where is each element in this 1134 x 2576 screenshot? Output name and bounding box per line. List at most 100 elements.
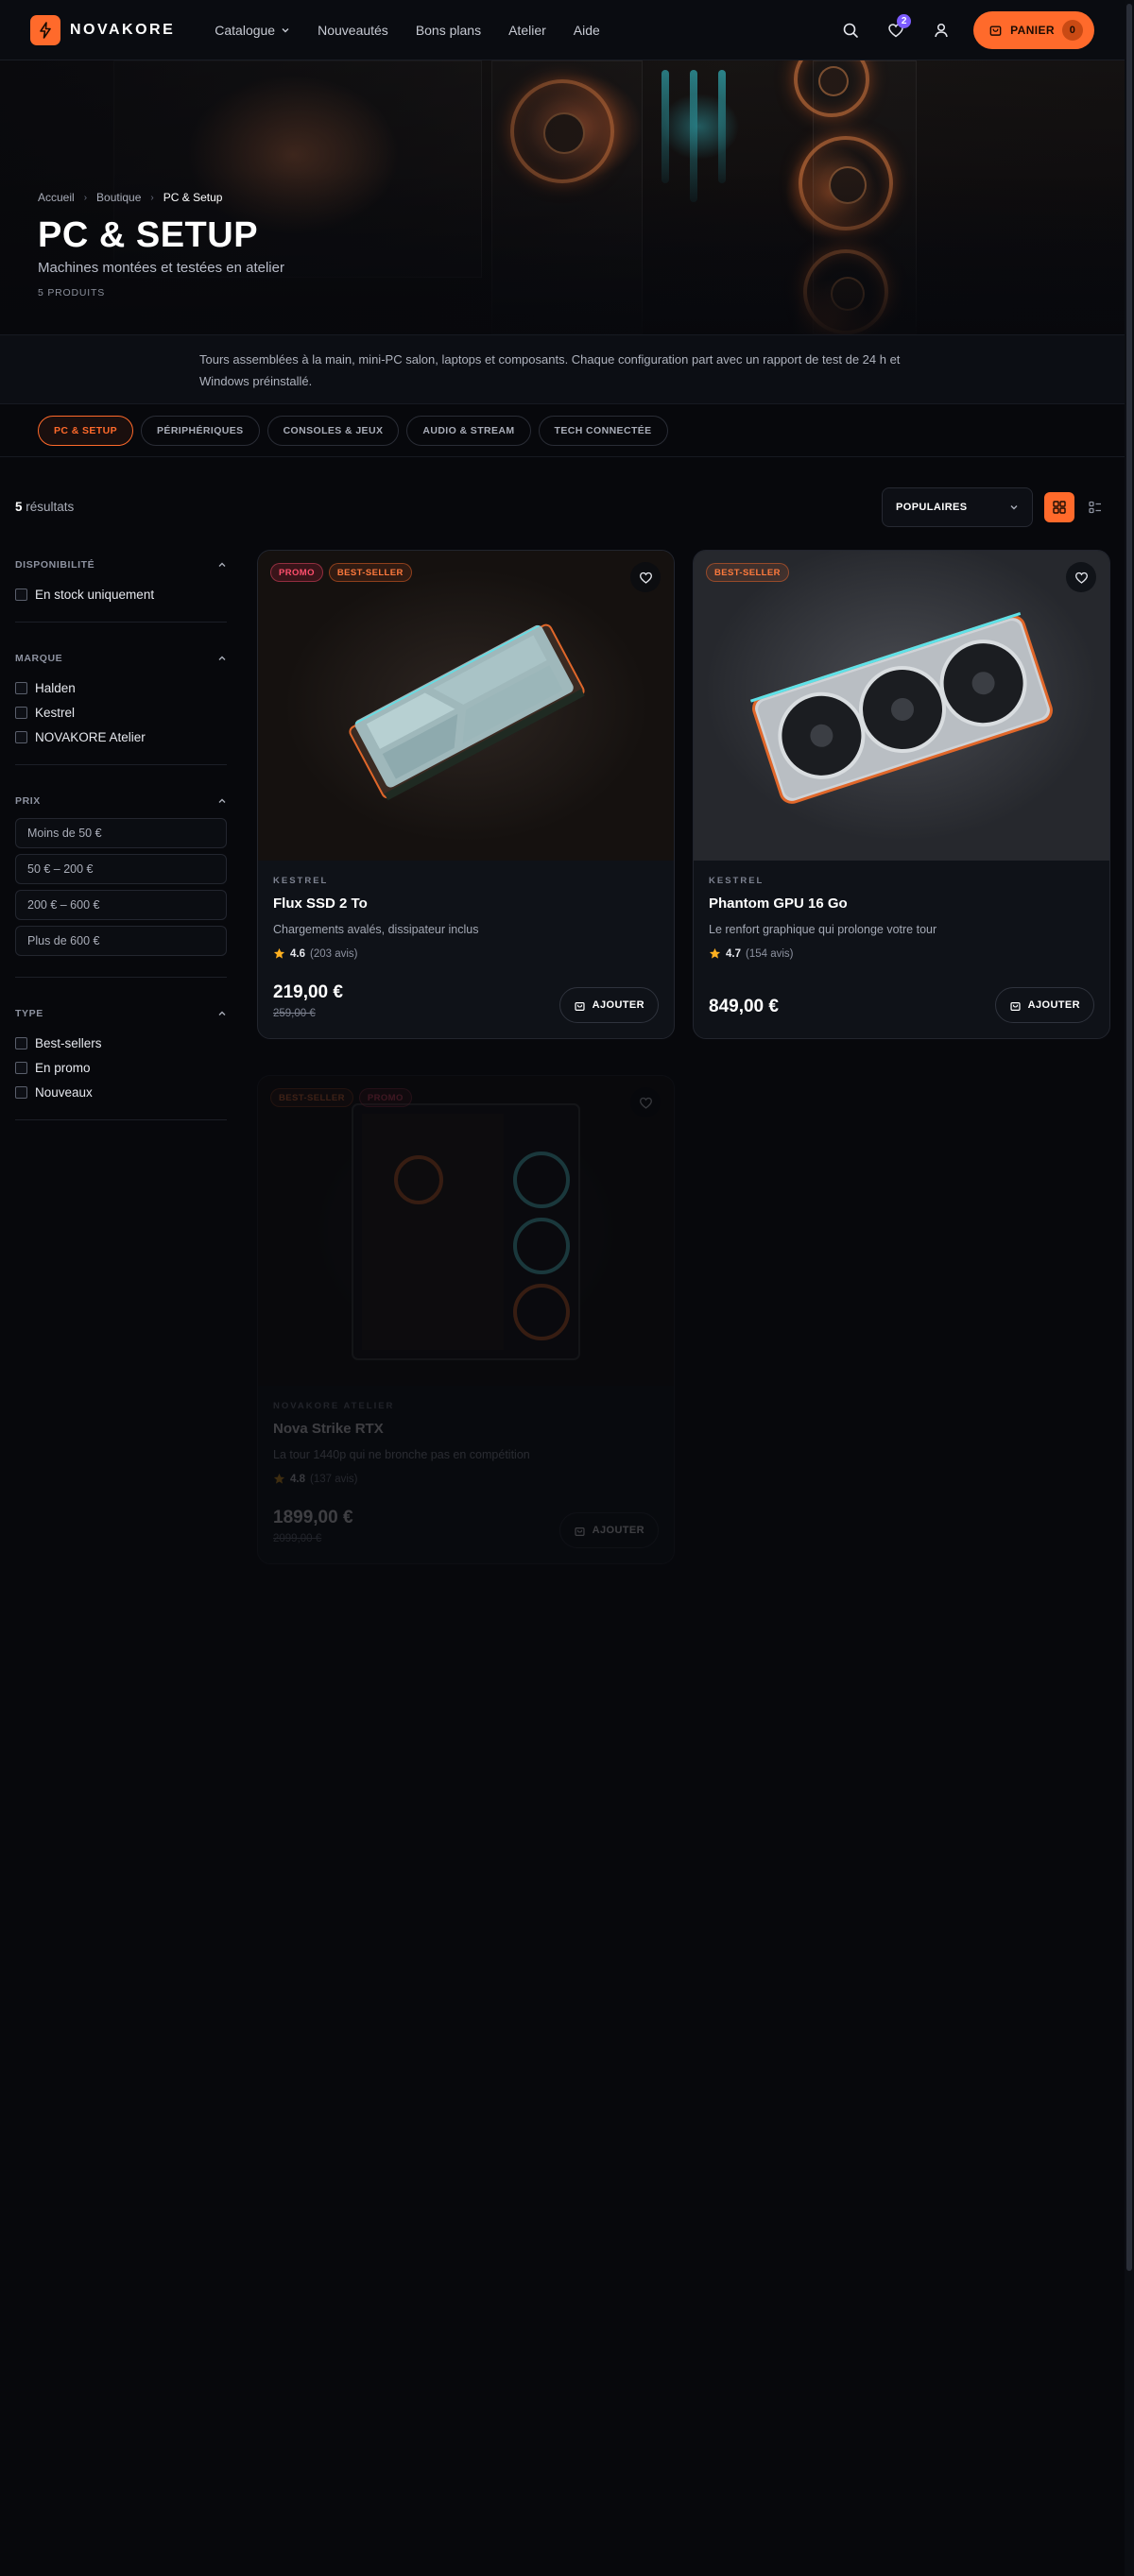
- product-brand: KESTREL: [709, 876, 765, 886]
- checkbox[interactable]: [15, 730, 27, 743]
- main-nav: Catalogue Nouveautés Bons plans Atelier …: [215, 23, 600, 38]
- breadcrumb-shop[interactable]: Boutique: [96, 191, 141, 204]
- shopping-bag-icon: [989, 26, 1002, 36]
- tab-peripheriques[interactable]: PÉRIPHÉRIQUES: [141, 415, 260, 446]
- wishlist-button[interactable]: 2: [883, 13, 912, 43]
- shopping-bag-icon: [575, 1001, 585, 1011]
- grid-view-button[interactable]: [1044, 492, 1074, 522]
- add-to-cart-button[interactable]: AJOUTER: [558, 1512, 659, 1548]
- chevron-right-icon: ›: [150, 192, 154, 203]
- filter-in-stock[interactable]: En stock uniquement: [15, 582, 227, 606]
- star-icon: [273, 947, 285, 959]
- filter-type-bestsellers[interactable]: Best-sellers: [15, 1031, 227, 1055]
- logo[interactable]: NOVAKORE: [30, 14, 176, 45]
- product-image[interactable]: [258, 1076, 674, 1386]
- nav-catalogue[interactable]: Catalogue: [215, 23, 290, 38]
- nav-nouveautes[interactable]: Nouveautés: [318, 23, 388, 38]
- filter-brand-halden[interactable]: Halden: [15, 675, 227, 700]
- checkbox[interactable]: [15, 681, 27, 694]
- filter-type-promo[interactable]: En promo: [15, 1055, 227, 1080]
- filter-type-new[interactable]: Nouveaux: [15, 1080, 227, 1104]
- filter-brand: MARQUE Halden Kestrel NOVAKORE Atelier: [15, 641, 227, 765]
- product-old-price: 259,00 €: [273, 1008, 316, 1019]
- product-description: Le renfort graphique qui prolonge votre …: [709, 923, 937, 936]
- site-header: NOVAKORE Catalogue Nouveautés Bons plans…: [0, 0, 1125, 60]
- scrollbar-thumb[interactable]: [1126, 4, 1132, 2271]
- tab-tech-connectee[interactable]: TECH CONNECTÉE: [538, 415, 668, 446]
- product-image[interactable]: [694, 551, 1109, 861]
- filter-type: TYPE Best-sellers En promo Nouveaux: [15, 997, 227, 1120]
- product-card[interactable]: BEST-SELLER PROMO NOVAKORE ATELIER Nova …: [257, 1075, 675, 1564]
- page-scrollbar[interactable]: [1125, 0, 1134, 2576]
- filter-price-toggle[interactable]: PRIX: [15, 784, 227, 818]
- search-icon: [843, 23, 858, 38]
- product-name[interactable]: Phantom GPU 16 Go: [709, 896, 1094, 912]
- bolt-icon: [30, 14, 60, 45]
- checkbox[interactable]: [15, 1061, 27, 1074]
- chevron-up-icon: [218, 798, 226, 803]
- wishlist-count-badge: 2: [897, 13, 912, 28]
- category-description-text: Tours assemblées à la main, mini-PC salo…: [199, 352, 901, 388]
- checkbox[interactable]: [15, 706, 27, 719]
- cart-button[interactable]: PANIER 0: [973, 10, 1094, 49]
- breadcrumb-home[interactable]: Accueil: [38, 191, 75, 204]
- account-button[interactable]: [928, 17, 954, 43]
- product-card[interactable]: BEST-SELLER KESTREL Phantom GPU 16 Go Le…: [693, 550, 1110, 1039]
- heart-icon: [639, 1097, 652, 1109]
- product-rating: 4.6 (203 avis): [273, 947, 659, 960]
- heart-icon: [639, 571, 652, 584]
- filter-availability-toggle[interactable]: DISPONIBILITÉ: [15, 548, 227, 582]
- product-brand: KESTREL: [273, 876, 329, 886]
- favorite-button[interactable]: [1066, 562, 1096, 592]
- filter-brand-novakore[interactable]: NOVAKORE Atelier: [15, 725, 227, 749]
- nav-atelier[interactable]: Atelier: [508, 23, 546, 38]
- logo-text: NOVAKORE: [70, 21, 176, 38]
- product-name[interactable]: Flux SSD 2 To: [273, 896, 659, 912]
- add-to-cart-button[interactable]: AJOUTER: [558, 987, 659, 1023]
- cart-count: 0: [1062, 19, 1083, 41]
- bestseller-badge: BEST-SELLER: [706, 563, 789, 582]
- checkbox[interactable]: [15, 588, 27, 601]
- filter-price: PRIX Moins de 50 € 50 € – 200 € 200 € – …: [15, 784, 227, 978]
- price-option[interactable]: 50 € – 200 €: [15, 854, 227, 884]
- checkbox[interactable]: [15, 1085, 27, 1099]
- star-icon: [273, 1473, 285, 1484]
- product-old-price: 2099,00 €: [273, 1533, 322, 1544]
- favorite-button[interactable]: [630, 562, 661, 592]
- filters-sidebar: DISPONIBILITÉ En stock uniquement MARQUE…: [15, 548, 227, 1139]
- list-view-button[interactable]: [1080, 492, 1110, 522]
- product-rating: 4.7 (154 avis): [709, 947, 1094, 960]
- tab-consoles-jeux[interactable]: CONSOLES & JEUX: [266, 415, 400, 446]
- breadcrumb-current: PC & Setup: [163, 191, 223, 204]
- product-rating: 4.8 (137 avis): [273, 1473, 659, 1485]
- product-name[interactable]: Nova Strike RTX: [273, 1421, 659, 1437]
- product-count: 5 PRODUITS: [38, 287, 106, 299]
- promo-badge: PROMO: [358, 1088, 412, 1107]
- nav-bons-plans[interactable]: Bons plans: [416, 23, 481, 38]
- product-card[interactable]: PROMO BEST-SELLER KESTREL Flux SSD 2 To …: [257, 550, 675, 1039]
- filter-type-toggle[interactable]: TYPE: [15, 997, 227, 1031]
- price-option[interactable]: Plus de 600 €: [15, 926, 227, 956]
- page-title: PC & SETUP: [38, 215, 259, 255]
- product-price: 1899,00 €: [273, 1508, 353, 1527]
- product-description: Chargements avalés, dissipateur inclus: [273, 923, 479, 936]
- price-option[interactable]: Moins de 50 €: [15, 818, 227, 848]
- chevron-right-icon: ›: [83, 192, 88, 203]
- grid-icon: [1053, 501, 1066, 514]
- checkbox[interactable]: [15, 1036, 27, 1049]
- favorite-button[interactable]: [630, 1087, 661, 1117]
- category-tabs: PC & SETUP PÉRIPHÉRIQUES CONSOLES & JEUX…: [0, 404, 1125, 457]
- add-to-cart-button[interactable]: AJOUTER: [994, 987, 1094, 1023]
- price-option[interactable]: 200 € – 600 €: [15, 890, 227, 920]
- list-icon: [1089, 501, 1101, 514]
- tab-audio-stream[interactable]: AUDIO & STREAM: [406, 415, 531, 446]
- filter-brand-kestrel[interactable]: Kestrel: [15, 700, 227, 725]
- tab-pc-setup[interactable]: PC & SETUP: [38, 415, 134, 446]
- search-button[interactable]: [837, 17, 864, 43]
- product-image[interactable]: [258, 551, 674, 861]
- filter-brand-toggle[interactable]: MARQUE: [15, 641, 227, 675]
- sort-select[interactable]: POPULAIRES: [882, 487, 1033, 527]
- hero-banner: Accueil › Boutique › PC & Setup PC & SET…: [0, 60, 1125, 334]
- nav-aide[interactable]: Aide: [574, 23, 600, 38]
- user-icon: [935, 23, 948, 37]
